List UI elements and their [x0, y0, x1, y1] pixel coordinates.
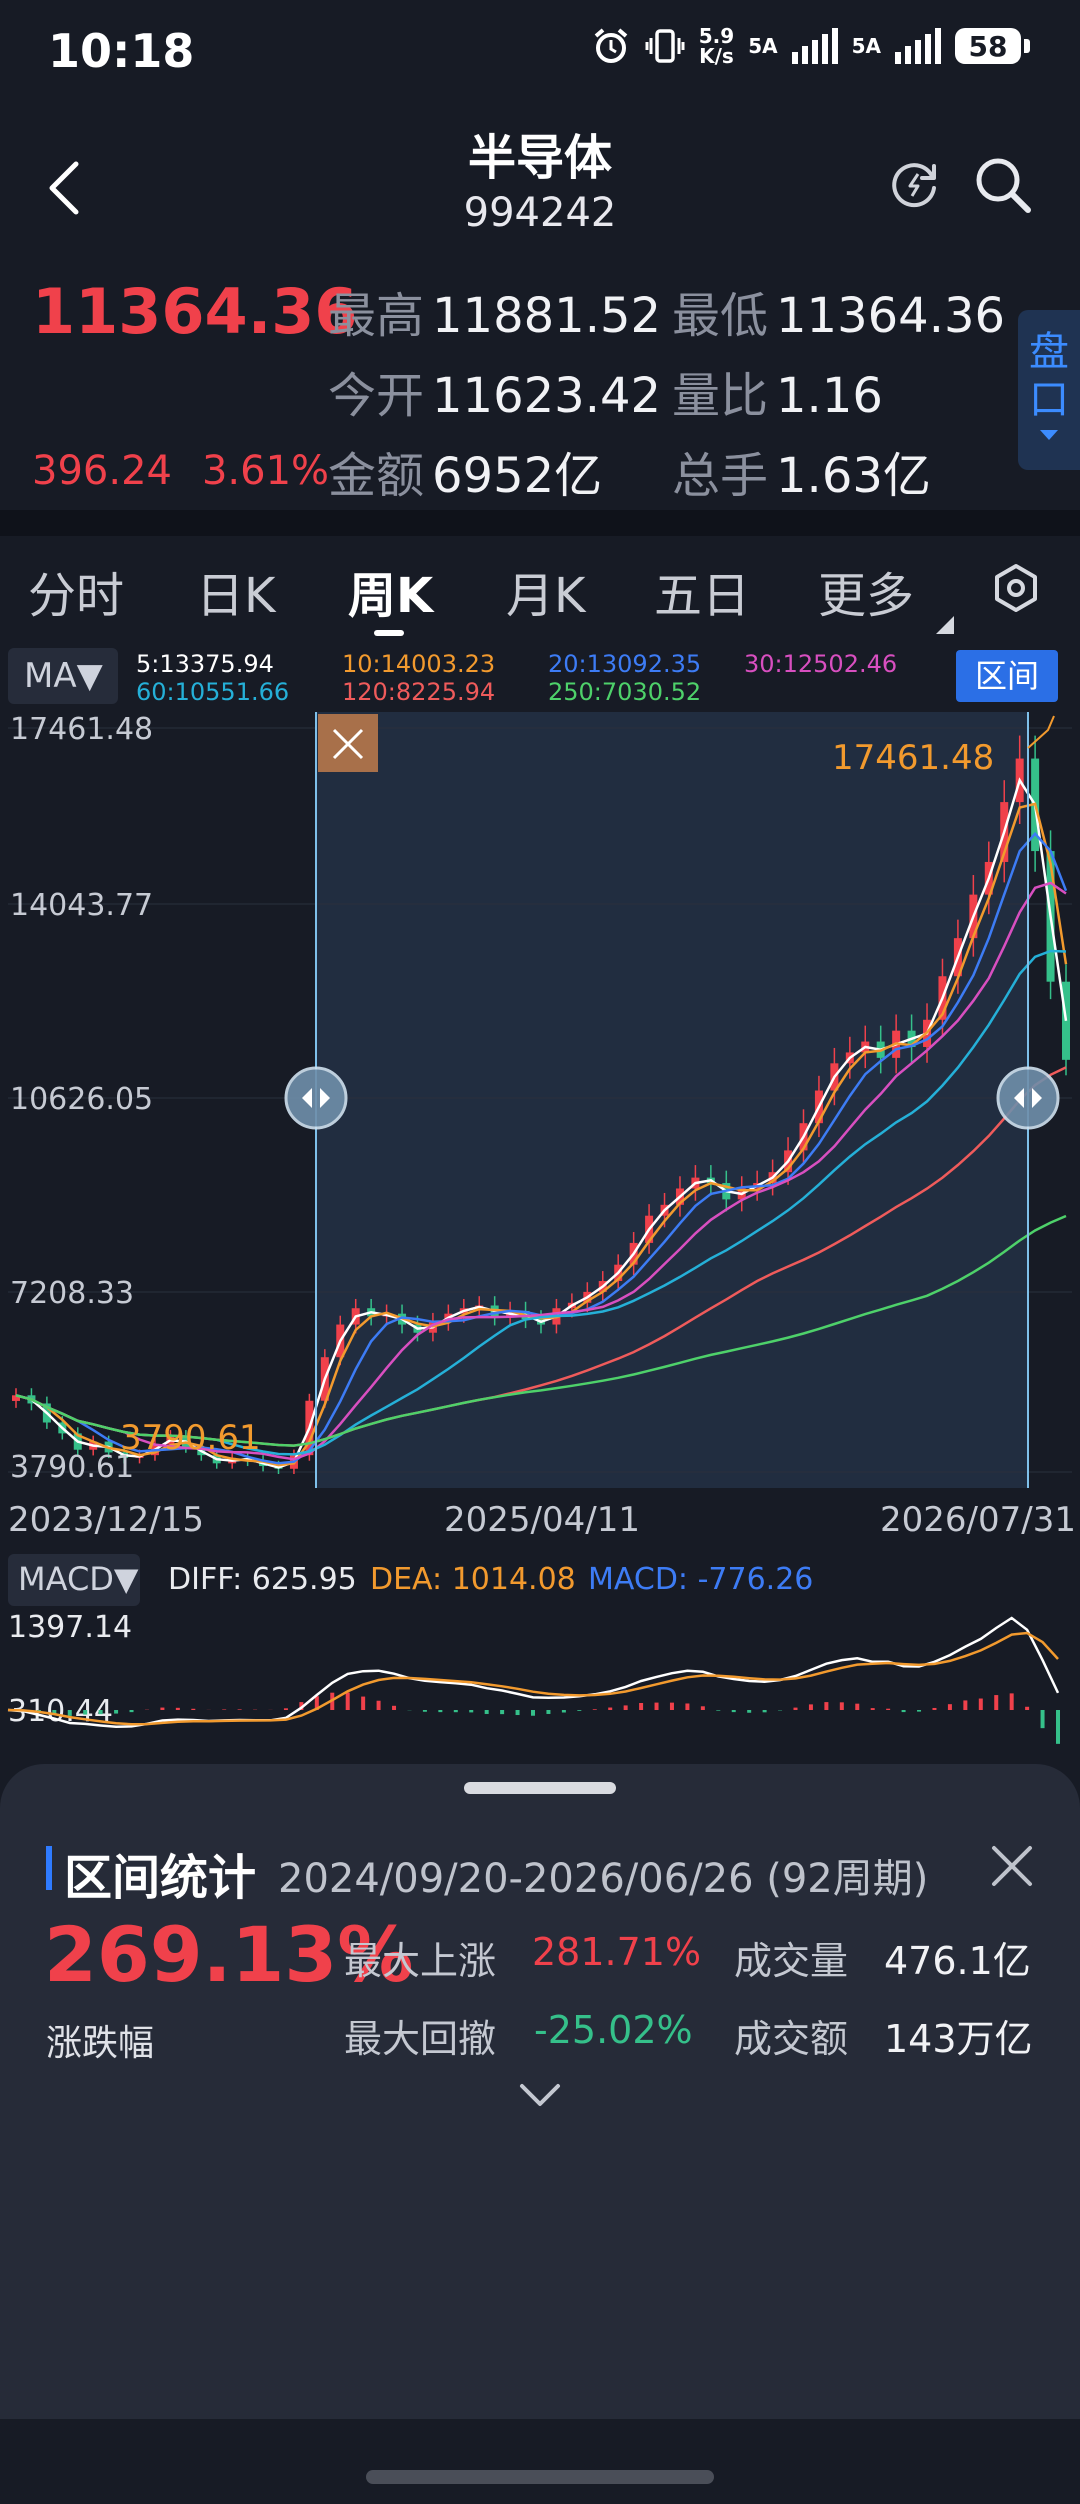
macd-chart[interactable]	[0, 1610, 1080, 1770]
refresh-icon[interactable]	[888, 158, 940, 210]
tab-month-k[interactable]: 月K	[506, 556, 585, 626]
tab-day-k[interactable]: 日K	[196, 556, 275, 626]
ma60-value: 60:10551.66	[136, 678, 290, 706]
signal-icon-2	[895, 28, 941, 64]
min-price-annotation: 3790.61	[120, 1418, 261, 1458]
x-label-end: 2026/07/31	[880, 1500, 1076, 1540]
tab-fenshi[interactable]: 分时	[28, 556, 124, 626]
turnover-value: 143万亿	[884, 2017, 1033, 2061]
stat-low: 最低 11364.36	[672, 288, 1006, 344]
caret-down-icon	[1040, 430, 1058, 440]
alarm-icon	[594, 28, 628, 63]
pankou-label: 盘口	[1029, 329, 1069, 423]
signal-icon	[791, 28, 838, 64]
max-up-label: 最大上涨	[344, 1939, 497, 1983]
ma20-value: 20:13092.35	[548, 650, 702, 678]
sheet-drag-handle[interactable]	[464, 1782, 616, 1794]
price-change: 396.24 3.61%	[32, 448, 330, 494]
y-label-top: 17461.48	[10, 712, 154, 747]
turnover-label: 成交额	[734, 2017, 849, 2061]
sim1-label: 5A	[748, 34, 778, 58]
battery-icon: 58	[955, 28, 1030, 64]
ma30-value: 30:12502.46	[744, 650, 898, 678]
max-price-annotation: 17461.48	[832, 738, 995, 778]
current-price: 11364.36	[32, 275, 358, 348]
stats-range: 2024/09/20-2026/06/26 (92周期)	[278, 1856, 929, 1902]
stat-amount: 金额 6952亿	[328, 448, 603, 504]
y-label-2: 14043.77	[10, 888, 154, 923]
y-label-4: 7208.33	[10, 1276, 135, 1311]
tab-week-k[interactable]: 周K	[348, 556, 433, 626]
y-label-3: 10626.05	[10, 1082, 154, 1117]
net-speed: 5.9 K/s	[698, 24, 735, 68]
volume-value: 476.1亿	[884, 1939, 1031, 1983]
x-label-start: 2023/12/15	[8, 1500, 204, 1540]
macd-dea: DEA: 1014.08	[370, 1562, 576, 1597]
search-icon[interactable]	[972, 154, 1034, 216]
drag-handle-0[interactable]	[284, 1066, 348, 1130]
ma10-value: 10:14003.23	[342, 650, 496, 678]
volume-label: 成交量	[734, 1939, 849, 1983]
vibrate-icon	[645, 29, 685, 63]
macd-diff: DIFF: 625.95	[168, 1562, 357, 1597]
status-icons: 5.9 K/s 5A 5A 58	[591, 26, 1030, 66]
stat-open: 今开 11623.42	[328, 368, 662, 424]
stat-high: 最高 11881.52	[328, 288, 662, 344]
title-accent-bar	[46, 1846, 52, 1890]
ma120-value: 120:8225.94	[342, 678, 496, 706]
max-drawdown-value: -25.02%	[534, 2008, 693, 2052]
max-drawdown-label: 最大回撤	[344, 2017, 497, 2061]
stat-hands: 总手 1.63亿	[672, 448, 931, 504]
tab-five-day[interactable]: 五日	[654, 556, 750, 626]
nav-bar-area	[0, 2419, 1080, 2504]
sim2-label: 5A	[851, 34, 881, 58]
y-label-bottom: 3790.61	[10, 1450, 135, 1485]
more-caret-icon	[936, 616, 954, 634]
settings-icon[interactable]	[990, 562, 1042, 614]
max-up-value: 281.71%	[532, 1930, 702, 1974]
drag-handle-1[interactable]	[996, 1066, 1060, 1130]
chevron-down-icon[interactable]	[518, 2080, 562, 2110]
close-icon[interactable]	[988, 1842, 1036, 1890]
interval-change-label: 涨跌幅	[46, 2023, 155, 2064]
tab-more[interactable]: 更多	[818, 556, 914, 626]
x-label-mid: 2025/04/11	[444, 1500, 640, 1540]
kline-chart[interactable]	[8, 712, 1072, 1488]
period-tabs: 分时 日K 周K 月K 五日 更多	[0, 556, 1080, 626]
ma250-value: 250:7030.52	[548, 678, 702, 706]
macd-indicator-button[interactable]: MACD▼	[8, 1554, 140, 1606]
divider	[0, 510, 1080, 536]
home-indicator[interactable]	[366, 2470, 714, 2484]
pankou-button[interactable]: 盘口	[1018, 310, 1080, 470]
ma-indicator-button[interactable]: MA▼	[8, 648, 118, 704]
stats-title: 区间统计	[64, 1850, 257, 1906]
status-time: 10:18	[48, 24, 195, 78]
max-marker-line	[1027, 715, 1055, 749]
stat-vol-ratio: 量比 1.16	[672, 368, 883, 424]
interval-button[interactable]: 区间	[956, 650, 1058, 702]
selection-region	[316, 712, 1028, 1488]
ma5-value: 5:13375.94	[136, 650, 274, 678]
active-tab-indicator	[374, 630, 404, 636]
macd-value: MACD: -776.26	[588, 1562, 814, 1597]
